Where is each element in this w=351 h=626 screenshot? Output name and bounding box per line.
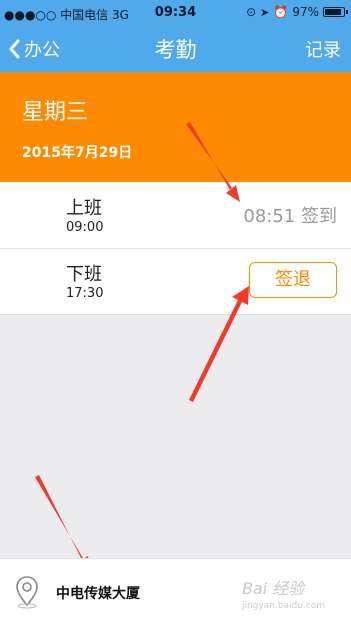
location-bar: 中电传媒大厦 Bai 经验 jingyan.baidu.com [0,558,351,626]
watermark-text: Bai 经验 [241,579,305,598]
watermark: Bai 经验 jingyan.baidu.com [242,575,325,611]
arrow-to-check-out-button [189,286,249,402]
arrow-to-check-in-status [186,122,240,202]
watermark-sub: jingyan.baidu.com [241,601,325,611]
location-pin-icon [16,576,38,609]
location-name: 中电传媒大厦 [56,586,140,602]
annotation-arrows [35,122,249,573]
